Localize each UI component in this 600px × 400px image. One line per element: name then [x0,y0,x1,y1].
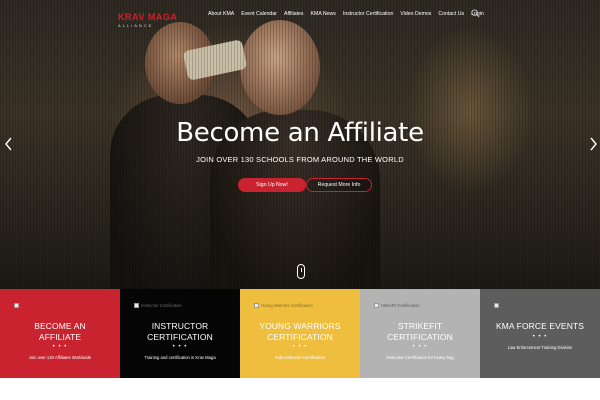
hero-title: Become an Affiliate [176,118,424,148]
tile-young-warriors-certification[interactable]: Young Warriors Certification YOUNG WARRI… [240,289,360,378]
broken-image-icon [494,303,594,308]
tile-title-line1: STRIKEFIT [397,321,443,331]
nav-item-instructor-certification[interactable]: Instructor Certification [343,11,393,17]
tile-description: Instructor Certification for heavy bag [386,355,454,360]
tile-dots: • • • [412,344,428,350]
tile-description: Law Enforcement Training Division [507,345,573,350]
tile-title-line1: BECOME AN [34,321,86,331]
broken-image-icon: Young Warriors Certification [254,303,354,308]
tile-title-line2: CERTIFICATION [267,332,333,342]
tile-dots: • • • [52,344,68,350]
broken-image-icon: StrikeFit Certification [374,303,474,308]
tile-description: Kids Instructor Certification [274,355,326,360]
broken-image-icon: Instructor Certification [134,303,234,308]
feature-tiles: BECOME AN AFFILIATE • • • Join over 130 … [0,289,600,378]
tile-strikefit-certification[interactable]: StrikeFit Certification STRIKEFIT CERTIF… [360,289,480,378]
tile-image-alt: StrikeFit Certification [381,303,420,308]
tile-title-line2: CERTIFICATION [147,332,213,342]
nav-item-video-demos[interactable]: Video Demos [400,11,431,17]
tile-description: Join over 130 Affiliates Worldwide [28,355,92,360]
tile-title-line1: KMA FORCE EVENTS [495,321,585,331]
nav-item-kma-news[interactable]: KMA News [311,11,336,17]
tile-title-line1: YOUNG WARRIORS [259,321,341,331]
tile-image-alt: Instructor Certification [141,303,182,308]
tile-dots: • • • [532,334,548,340]
sign-up-button[interactable]: Sign Up Now! [238,178,306,192]
tile-title-line1: INSTRUCTOR [151,321,209,331]
nav-item-contact-us[interactable]: Contact Us [438,11,464,17]
logo-subtext: ALLIANCE [118,23,154,28]
main-nav: About KMA Event Calendar Affiliates KMA … [208,11,484,17]
nav-item-affiliates[interactable]: Affiliates [284,11,304,17]
broken-image-icon [14,303,114,308]
hero-subtitle: JOIN OVER 130 SCHOOLS FROM AROUND THE WO… [196,155,404,164]
site-logo[interactable]: KRAV MAGA ALLIANCE [118,12,178,28]
tile-instructor-certification[interactable]: Instructor Certification INSTRUCTOR CERT… [120,289,240,378]
search-icon[interactable] [471,9,480,18]
nav-item-about[interactable]: About KMA [208,11,234,17]
tile-image-alt: Young Warriors Certification [261,303,313,308]
tile-become-affiliate[interactable]: BECOME AN AFFILIATE • • • Join over 130 … [0,289,120,378]
tile-description: Training and certification in Krav Maga [144,355,216,360]
tile-title-line2: CERTIFICATION [387,332,453,342]
tile-dots: • • • [292,344,308,350]
nav-item-event-calendar[interactable]: Event Calendar [241,11,277,17]
scroll-down-icon[interactable] [297,264,305,279]
request-info-button[interactable]: Request More Info [306,178,372,192]
tile-title-line2: AFFILIATE [38,332,82,342]
tile-kma-force-events[interactable]: KMA FORCE EVENTS • • • Law Enforcement T… [480,289,600,378]
tile-dots: • • • [172,344,188,350]
hero-image-head-right [240,20,320,115]
logo-text: KRAV MAGA [118,12,178,22]
